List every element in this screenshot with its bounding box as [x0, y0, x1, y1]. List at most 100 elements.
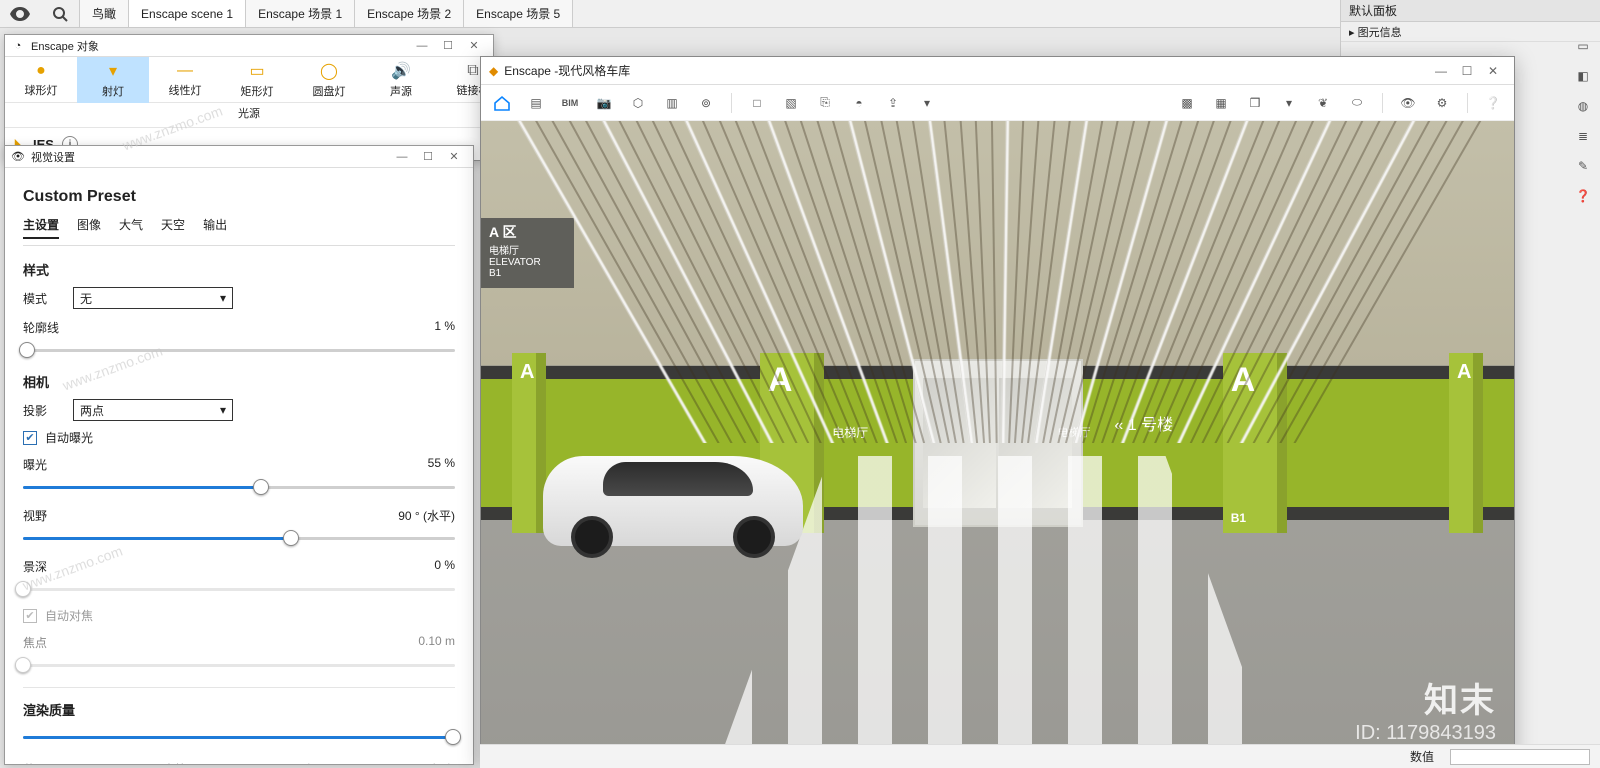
exposure-value: 55 % [428, 456, 455, 473]
video-icon[interactable]: ⊚ [693, 90, 719, 116]
visual-title-small: 视觉设置 [31, 149, 75, 165]
rail-globe-icon[interactable]: ◍ [1573, 96, 1593, 116]
render-titlebar[interactable]: ◆ Enscape - 现代风格车库 — ☐ ✕ [481, 57, 1514, 85]
tab-output[interactable]: 输出 [203, 216, 227, 239]
tab-scene-3[interactable]: Enscape 场景 5 [464, 0, 573, 27]
light-group-label: 光源 [5, 103, 493, 128]
sound-source-button[interactable]: 🔊声源 [365, 57, 437, 103]
image-icon[interactable]: ▧ [778, 90, 804, 116]
export-icon[interactable]: ⇪ [880, 90, 906, 116]
help-icon[interactable]: ❔ [1480, 90, 1506, 116]
disk-light-icon: ◯ [320, 61, 338, 81]
render-viewport[interactable]: AB1 AB1 A A 电梯厅 « 1 号楼 电梯厅 A 区 电梯厅 ELEVA… [481, 121, 1514, 765]
fov-value: 90 ° (水平) [398, 507, 455, 524]
home-icon[interactable] [489, 90, 515, 116]
library-icon[interactable]: ▥ [659, 90, 685, 116]
objects-min-button[interactable]: — [409, 37, 435, 55]
screenshot-icon[interactable]: □ [744, 90, 770, 116]
visual-max-button[interactable]: ☐ [415, 148, 441, 166]
auto-exposure-label: 自动曝光 [45, 429, 93, 446]
tab-scene-2[interactable]: Enscape 场景 2 [355, 0, 464, 27]
tab-main[interactable]: 主设置 [23, 216, 59, 239]
fov-slider[interactable] [23, 528, 455, 548]
views-icon[interactable]: ▤ [523, 90, 549, 116]
enscape-logo-icon: ◆ [489, 64, 498, 78]
light-spot-button[interactable]: ▾射灯 [77, 57, 149, 103]
render-max-button[interactable]: ☐ [1454, 62, 1480, 80]
light-line-button[interactable]: —线性灯 [149, 57, 221, 103]
mode-select[interactable]: 无 ▾ [73, 287, 233, 309]
outline-slider[interactable] [23, 340, 455, 360]
rail-select-icon[interactable]: ▭ [1573, 36, 1593, 56]
preset-title: Custom Preset [23, 188, 455, 206]
projection-select[interactable]: 两点 ▾ [73, 399, 233, 421]
panorama-icon[interactable]: ◓ [846, 90, 872, 116]
tab-sky[interactable]: 天空 [161, 216, 185, 239]
measure-input[interactable] [1450, 749, 1590, 765]
tab-scene-1[interactable]: Enscape 场景 1 [246, 0, 355, 27]
visual-titlebar[interactable]: 👁 视觉设置 — ☐ ✕ [5, 146, 473, 168]
materials-icon[interactable]: ▩ [1174, 90, 1200, 116]
fov-label: 视野 [23, 507, 47, 524]
dof-label: 景深 [23, 558, 47, 575]
dof-slider[interactable] [23, 579, 455, 599]
shield-icon[interactable]: ⬡ [625, 90, 651, 116]
visual-settings-panel: 👁 视觉设置 — ☐ ✕ Custom Preset 主设置 图像 大气 天空 … [4, 145, 474, 765]
focal-slider [23, 655, 455, 675]
visual-settings-icon[interactable]: 👁 [1395, 90, 1421, 116]
toolbar-separator [1467, 93, 1468, 113]
exposure-slider[interactable] [23, 477, 455, 497]
chevron-down-icon: ▾ [220, 291, 226, 305]
objects-close-button[interactable]: ✕ [461, 37, 487, 55]
search-icon[interactable] [40, 0, 80, 27]
render-close-button[interactable]: ✕ [1480, 62, 1506, 80]
dof-value: 0 % [434, 558, 455, 575]
status-measure-label: 数值 [1410, 748, 1434, 765]
render-min-button[interactable]: — [1428, 62, 1454, 80]
visual-tabs: 主设置 图像 大气 天空 输出 [23, 216, 455, 246]
chevron-down-icon[interactable]: ▾ [914, 90, 940, 116]
line-light-icon: — [177, 62, 193, 80]
scene-car [543, 456, 803, 546]
style-heading: 样式 [23, 260, 455, 279]
auto-exposure-checkbox[interactable]: ✔ 自动曝光 [23, 429, 455, 446]
divider [23, 687, 455, 688]
light-rect-button[interactable]: ▭矩形灯 [221, 57, 293, 103]
settings-gear-icon[interactable]: ⚙ [1429, 90, 1455, 116]
camera-icon[interactable]: 📷 [591, 90, 617, 116]
cube-icon[interactable]: ❒ [1242, 90, 1268, 116]
rail-layers-icon[interactable]: ≣ [1573, 126, 1593, 146]
mode-label: 模式 [23, 290, 63, 307]
tab-birdview[interactable]: 鸟瞰 [80, 0, 129, 27]
light-sphere-button[interactable]: ●球形灯 [5, 57, 77, 103]
tab-scene-0[interactable]: Enscape scene 1 [129, 0, 246, 27]
bim-icon[interactable]: BIM [557, 90, 583, 116]
asset-library-icon[interactable]: ▦ [1208, 90, 1234, 116]
rail-pencil-icon[interactable]: ✎ [1573, 156, 1593, 176]
objects-max-button[interactable]: ☐ [435, 37, 461, 55]
rail-help-icon[interactable]: ❓ [1573, 186, 1593, 206]
render-toolbar: ▤ BIM 📷 ⬡ ▥ ⊚ □ ▧ ⎘ ◓ ⇪ ▾ ▩ ▦ ❒ ▾ ❦ ⬭ 👁 … [481, 85, 1514, 121]
objects-titlebar[interactable]: ◔ Enscape 对象 — ☐ ✕ [5, 35, 493, 57]
outline-value: 1 % [434, 319, 455, 336]
checkbox-checked-icon: ✔ [23, 431, 37, 445]
toolbar-separator [1382, 93, 1383, 113]
visual-close-button[interactable]: ✕ [441, 148, 467, 166]
visual-min-button[interactable]: — [389, 148, 415, 166]
link-icon: ⧉ [467, 62, 478, 80]
render-title-prefix: Enscape - [504, 64, 558, 78]
entity-info-header[interactable]: ▸ 图元信息 [1341, 22, 1600, 42]
batch-render-icon[interactable]: ⎘ [812, 90, 838, 116]
light-disk-button[interactable]: ◯圆盘灯 [293, 57, 365, 103]
eye-icon: 👁 [11, 150, 25, 164]
quality-slider[interactable] [23, 727, 455, 747]
leaf-icon[interactable]: ❦ [1310, 90, 1336, 116]
tab-atmo[interactable]: 大气 [119, 216, 143, 239]
mode-value: 无 [80, 290, 92, 307]
camera-heading: 相机 [23, 372, 455, 391]
rail-cube-icon[interactable]: ◧ [1573, 66, 1593, 86]
chevron-down-icon[interactable]: ▾ [1276, 90, 1302, 116]
tab-image[interactable]: 图像 [77, 216, 101, 239]
view-eye-icon[interactable] [0, 0, 40, 27]
vr-icon[interactable]: ⬭ [1344, 90, 1370, 116]
